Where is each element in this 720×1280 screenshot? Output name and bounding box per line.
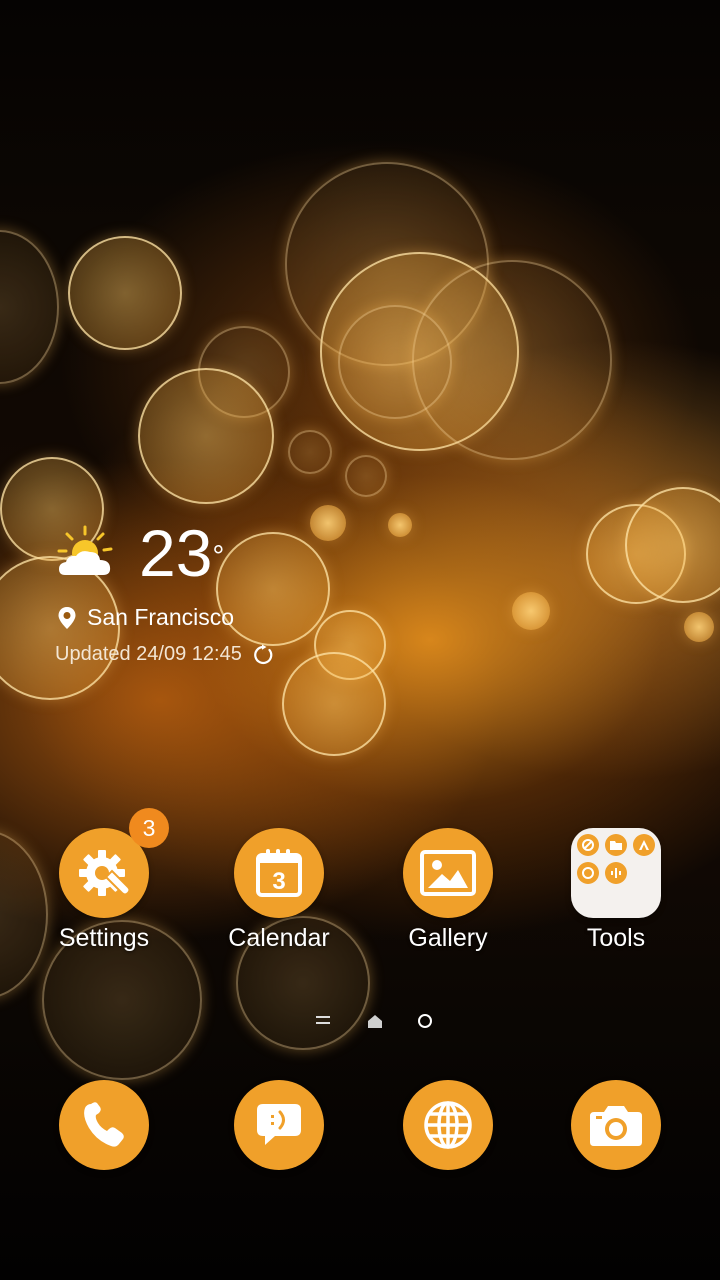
mini-app-icon [605,862,627,884]
page-indicator[interactable] [0,1012,720,1032]
mini-app-icon [633,834,655,856]
gallery-icon [403,828,493,918]
page-indicator-menu-icon[interactable] [316,1016,330,1028]
temperature: 23° [139,520,224,586]
temperature-value: 23 [139,516,213,590]
page-indicator-home-icon[interactable] [368,1015,382,1033]
app-gallery[interactable]: Gallery [373,828,523,953]
camera-icon[interactable] [571,1080,661,1170]
home-screen: 23° San Francisco Updated 24/09 12:45 3 … [0,0,720,1280]
app-label: Settings [58,924,150,952]
location-pin-icon [57,606,77,630]
browser-globe-icon[interactable] [403,1080,493,1170]
mini-app-icon [605,834,627,856]
mini-app-icon [577,862,599,884]
phone-icon[interactable] [59,1080,149,1170]
updated-label: Updated 24/09 12:45 [55,643,242,665]
calendar-icon: 3 [234,828,324,918]
app-label: Calendar [228,924,330,952]
app-calendar[interactable]: 3 Calendar [204,828,354,953]
notification-badge: 3 [129,808,169,848]
degree-symbol: ° [212,540,225,573]
messages-icon[interactable] [234,1080,324,1170]
calendar-day: 3 [272,868,285,895]
weather-widget[interactable]: 23° San Francisco Updated 24/09 12:45 [55,520,274,666]
app-label: Tools [586,924,646,952]
app-settings[interactable]: 3 Settings [29,808,179,953]
refresh-icon[interactable] [252,644,274,666]
app-tools-folder[interactable]: Tools [541,828,691,953]
page-indicator-dot[interactable] [418,1014,432,1028]
partly-sunny-icon [55,525,119,581]
mini-app-icon [577,834,599,856]
location-label: San Francisco [87,604,235,630]
app-label: Gallery [408,924,488,952]
folder-icon [571,828,661,918]
settings-gear-wrench-icon: 3 [59,808,169,918]
